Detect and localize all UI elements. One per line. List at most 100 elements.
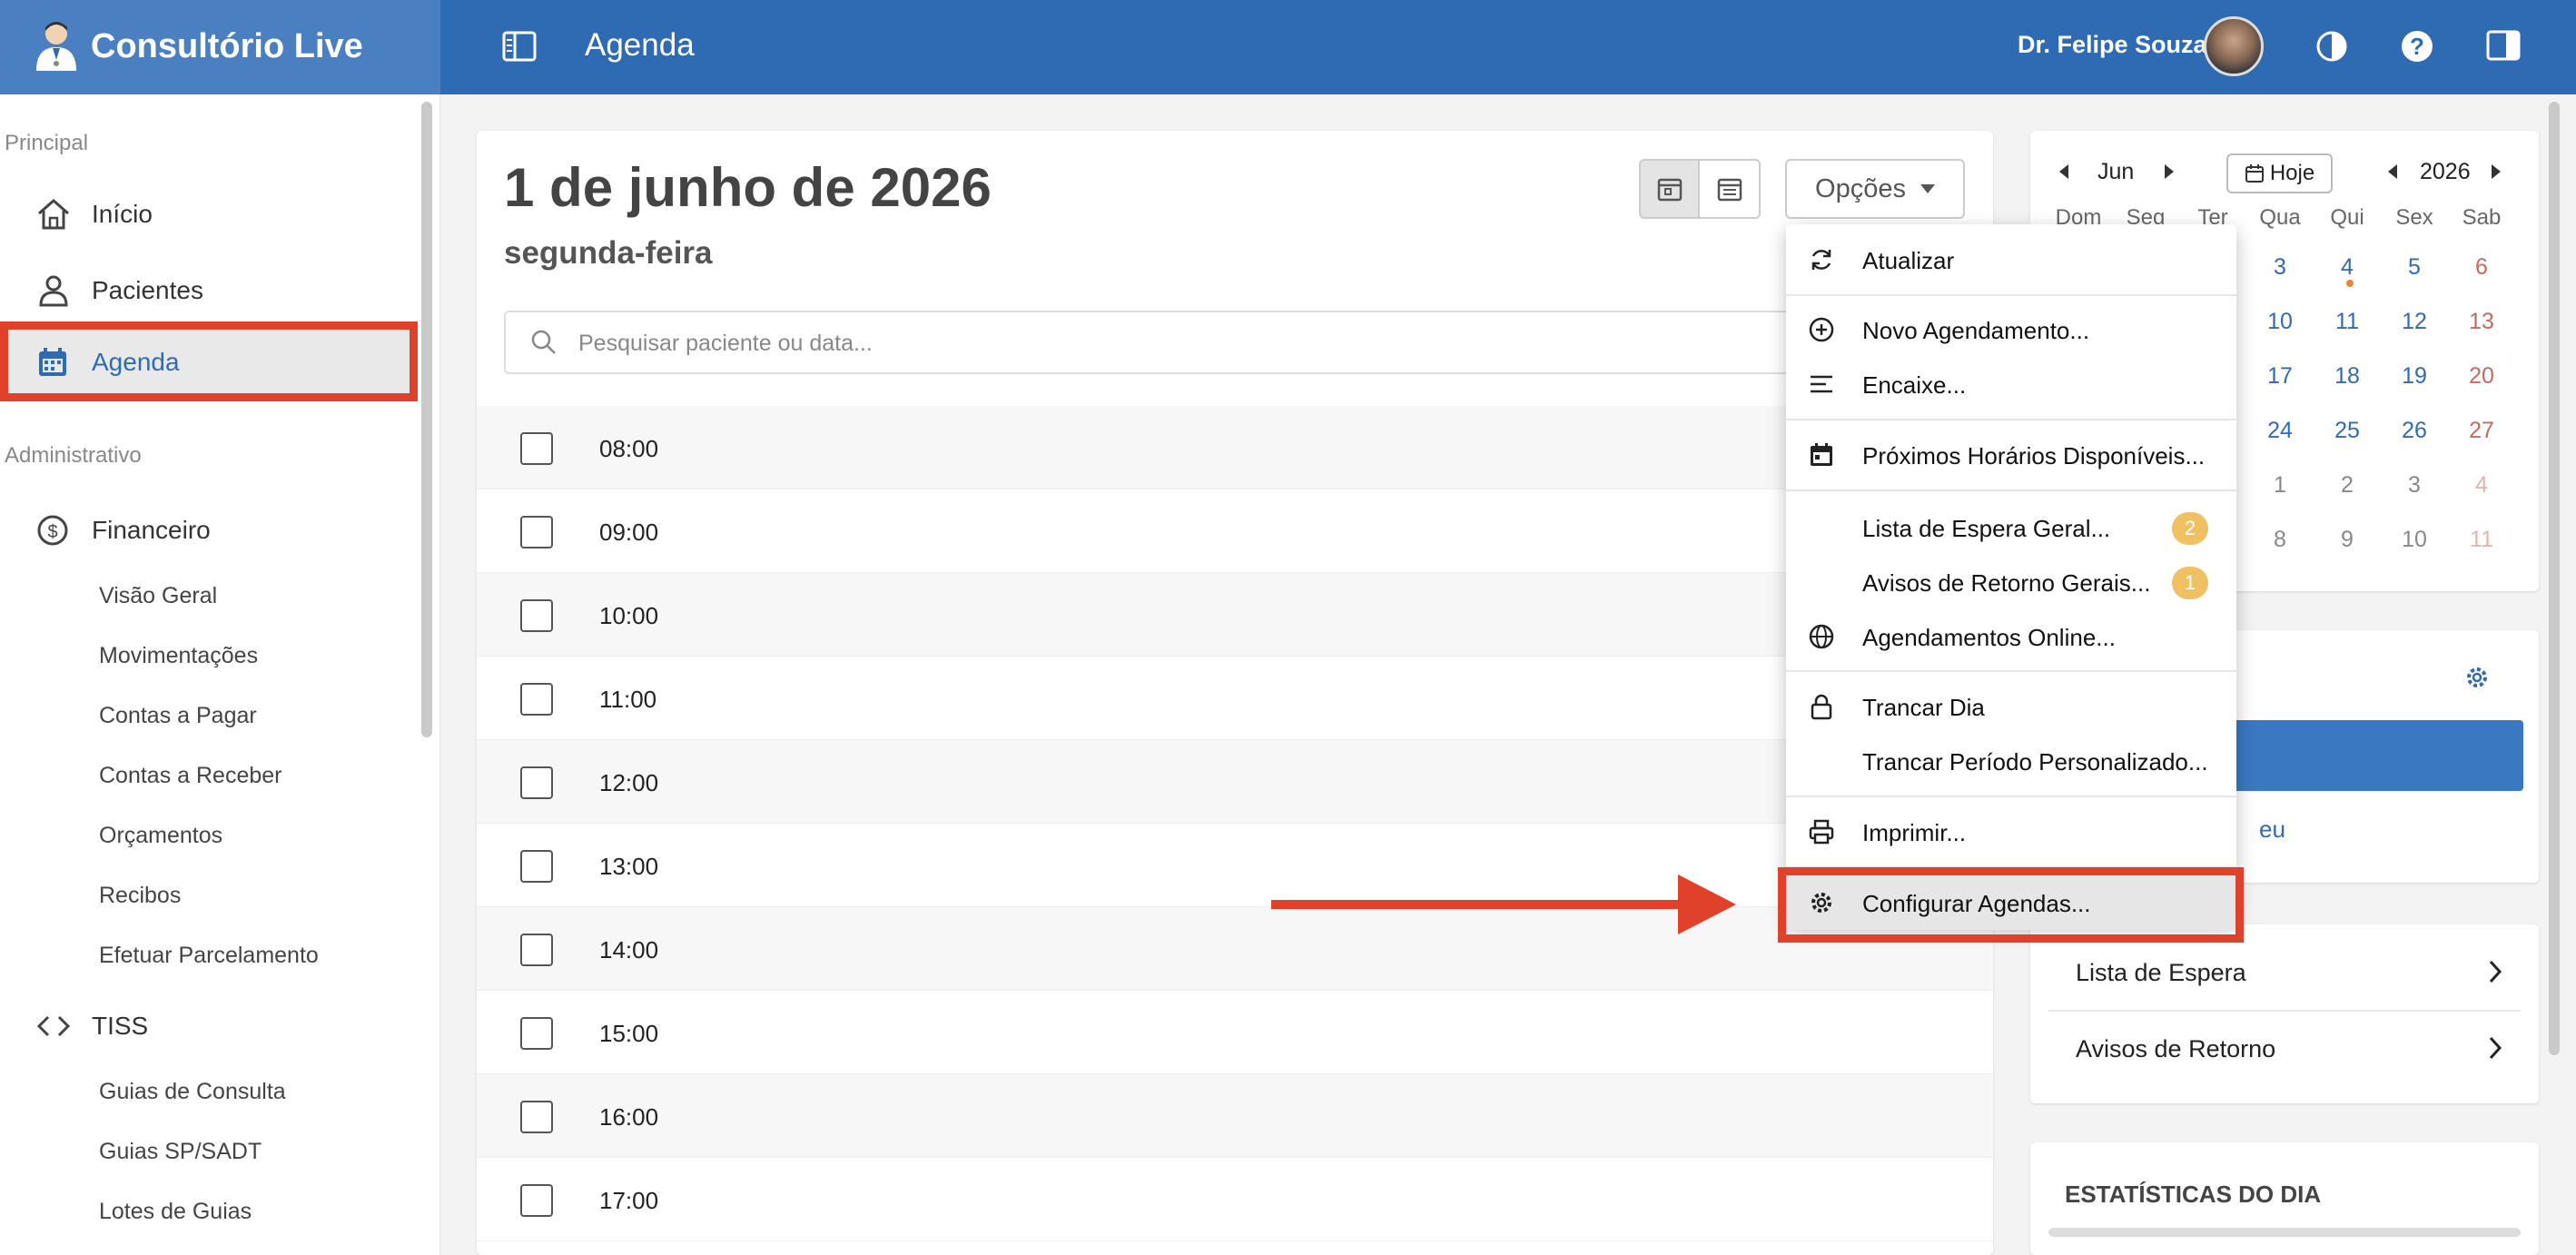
month-view-button[interactable] — [1700, 159, 1761, 219]
calendar-day[interactable]: 26 — [2383, 418, 2446, 444]
sidebar-item-pacientes[interactable]: Pacientes — [0, 256, 418, 325]
slot-checkbox[interactable] — [520, 850, 553, 883]
avatar[interactable] — [2204, 16, 2264, 76]
chevron-right-icon — [2489, 960, 2502, 983]
slot-checkbox[interactable] — [520, 599, 553, 632]
calendar-day[interactable]: 19 — [2383, 363, 2446, 390]
next-year-icon[interactable] — [2490, 164, 2501, 179]
weekday-sex: Sex — [2395, 205, 2433, 230]
calendar-day[interactable]: 24 — [2248, 418, 2312, 444]
slot-time: 08:00 — [599, 435, 659, 462]
time-slot-row[interactable]: 14:00 — [477, 907, 1993, 991]
menu-item-avisos-retorno[interactable]: Avisos de Retorno Gerais... 1 — [1786, 555, 2236, 609]
sidebar-subitem-guias-spsadt[interactable]: Guias SP/SADT — [99, 1139, 262, 1165]
time-slot-row[interactable]: 08:00 — [477, 406, 1993, 489]
sidebar-item-agenda[interactable]: Agenda — [0, 321, 418, 401]
search-input[interactable] — [578, 325, 1850, 361]
sidebar-subitem-parcelamento[interactable]: Efetuar Parcelamento — [99, 943, 319, 969]
waitlist-link[interactable]: Lista de Espera — [2048, 935, 2521, 1012]
help-icon[interactable]: ? — [2401, 30, 2433, 63]
page-scrollbar[interactable] — [2549, 102, 2560, 1055]
calendar-month[interactable]: Jun — [2097, 159, 2134, 185]
calendar-day[interactable]: 27 — [2450, 418, 2513, 444]
calendar-day[interactable]: 20 — [2450, 363, 2513, 390]
sidebar-item-financeiro[interactable]: $ Financeiro — [0, 496, 418, 565]
menu-item-trancar-periodo[interactable]: Trancar Período Personalizado... — [1786, 734, 2236, 788]
calendar-day[interactable]: 18 — [2315, 363, 2379, 390]
calendar-day[interactable]: 8 — [2248, 527, 2312, 553]
calendar-day[interactable]: 3 — [2248, 254, 2312, 281]
menu-item-trancar-dia[interactable]: Trancar Dia — [1786, 679, 2236, 734]
time-slot-row[interactable]: 17:00 — [477, 1158, 1993, 1241]
sidebar-toggle-icon[interactable] — [502, 31, 537, 62]
sidebar-subitem-recibos[interactable]: Recibos — [99, 883, 181, 909]
slot-time: 14:00 — [599, 936, 659, 963]
slot-checkbox[interactable] — [520, 1101, 553, 1133]
time-slot-row[interactable]: 15:00 — [477, 991, 1993, 1074]
sidebar-item-tiss[interactable]: TISS — [0, 992, 418, 1061]
calendar-day[interactable]: 11 — [2450, 527, 2513, 553]
search-field[interactable] — [504, 311, 1920, 374]
time-slot-row[interactable]: 11:00 — [477, 657, 1993, 740]
sidebar-subitem-guias-consulta[interactable]: Guias de Consulta — [99, 1079, 286, 1105]
sidebar-subitem-lotes-guias[interactable]: Lotes de Guias — [99, 1199, 252, 1225]
sidebar-scrollbar[interactable] — [421, 102, 432, 737]
return-notices-link[interactable]: Avisos de Retorno — [2048, 1012, 2521, 1088]
calendar-icon — [1808, 441, 1835, 469]
menu-item-atualizar[interactable]: Atualizar — [1786, 232, 2236, 287]
calendar-day[interactable]: 25 — [2315, 418, 2379, 444]
contrast-icon[interactable] — [2315, 30, 2348, 63]
sidebar-subitem-orcamentos[interactable]: Orçamentos — [99, 823, 222, 849]
menu-item-encaixe[interactable]: Encaixe... — [1786, 357, 2236, 411]
slot-checkbox[interactable] — [520, 1184, 553, 1217]
gear-icon[interactable] — [2464, 665, 2490, 690]
sidebar-item-inicio[interactable]: Início — [0, 180, 418, 249]
slot-checkbox[interactable] — [520, 934, 553, 966]
menu-item-imprimir[interactable]: Imprimir... — [1786, 805, 2236, 859]
time-slot-row[interactable]: 09:00 — [477, 489, 1993, 573]
time-slot-row[interactable]: 16:00 — [477, 1074, 1993, 1158]
next-month-icon[interactable] — [2163, 164, 2174, 179]
time-slot-row[interactable]: 10:00 — [477, 573, 1993, 657]
time-slot-row[interactable]: 12:00 — [477, 740, 1993, 824]
calendar-year[interactable]: 2026 — [2420, 159, 2471, 185]
sidebar-subitem-movimentacoes[interactable]: Movimentações — [99, 643, 258, 669]
menu-item-proximos-horarios[interactable]: Próximos Horários Disponíveis... — [1786, 428, 2236, 482]
calendar-day[interactable]: 10 — [2383, 527, 2446, 553]
calendar-day[interactable]: 4 — [2315, 254, 2379, 281]
calendar-day[interactable]: 4 — [2450, 472, 2513, 499]
menu-item-agendamentos-online[interactable]: Agendamentos Online... — [1786, 609, 2236, 664]
partial-link[interactable]: eu — [2259, 815, 2285, 844]
calendar-day[interactable]: 13 — [2450, 309, 2513, 335]
user-name[interactable]: Dr. Felipe Souza — [2018, 31, 2207, 59]
slot-checkbox[interactable] — [520, 1017, 553, 1050]
calendar-day[interactable]: 9 — [2315, 527, 2379, 553]
calendar-day[interactable]: 11 — [2315, 309, 2379, 335]
today-button[interactable]: Hoje — [2226, 153, 2333, 193]
calendar-day[interactable]: 1 — [2248, 472, 2312, 499]
slot-checkbox[interactable] — [520, 516, 553, 548]
calendar-day[interactable]: 5 — [2383, 254, 2446, 281]
prev-month-icon[interactable] — [2059, 164, 2070, 179]
add-circle-icon — [1808, 316, 1835, 343]
day-view-button[interactable] — [1639, 159, 1700, 219]
menu-item-novo-agendamento[interactable]: Novo Agendamento... — [1786, 302, 2236, 357]
slot-checkbox[interactable] — [520, 766, 553, 799]
calendar-day[interactable]: 10 — [2248, 309, 2312, 335]
calendar-day[interactable]: 3 — [2383, 472, 2446, 499]
menu-label: Encaixe... — [1862, 371, 1967, 399]
calendar-day[interactable]: 6 — [2450, 254, 2513, 281]
sidebar-subitem-visao-geral[interactable]: Visão Geral — [99, 583, 217, 609]
calendar-day[interactable]: 12 — [2383, 309, 2446, 335]
menu-item-lista-espera-geral[interactable]: Lista de Espera Geral... 2 — [1786, 500, 2236, 555]
prev-year-icon[interactable] — [2388, 164, 2399, 179]
slot-checkbox[interactable] — [520, 683, 553, 716]
right-panel-toggle-icon[interactable] — [2486, 30, 2521, 61]
sidebar-subitem-contas-pagar[interactable]: Contas a Pagar — [99, 703, 257, 729]
time-slot-row[interactable]: 13:00 — [477, 824, 1993, 907]
slot-checkbox[interactable] — [520, 432, 553, 465]
options-button[interactable]: Opções — [1785, 159, 1965, 219]
sidebar-subitem-contas-receber[interactable]: Contas a Receber — [99, 763, 282, 789]
calendar-day[interactable]: 2 — [2315, 472, 2379, 499]
calendar-day[interactable]: 17 — [2248, 363, 2312, 390]
